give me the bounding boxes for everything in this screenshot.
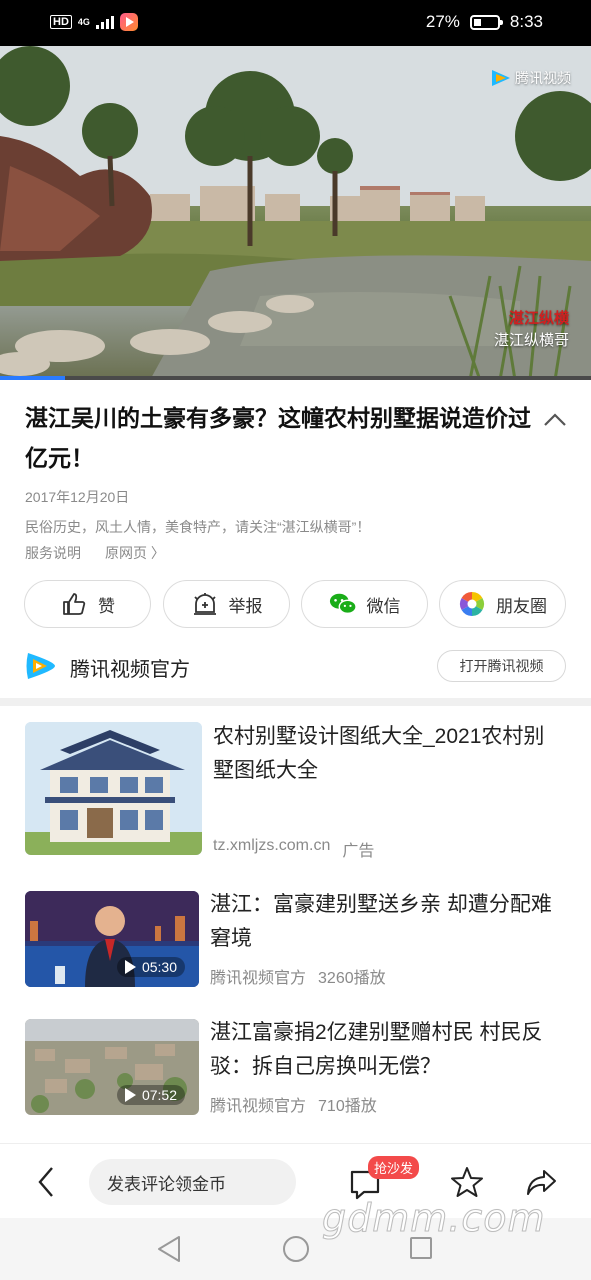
video-source: 腾讯视频官方	[210, 1098, 307, 1115]
moments-icon	[458, 590, 486, 618]
video-duration: 05:30	[141, 959, 177, 975]
share-icon	[527, 1170, 556, 1195]
status-left: HD 4G	[50, 13, 138, 31]
video-thumbnail: 05:30	[25, 891, 199, 987]
hd-indicator: HD	[50, 15, 72, 29]
battery-icon	[469, 14, 503, 30]
chevron-left-icon	[38, 1167, 53, 1197]
status-bar: HD 4G 27% 8:33	[0, 0, 591, 46]
feed-title: 湛江富豪捐2亿建别墅赠村民 村民反驳：拆自己房换叫无偿？	[210, 1021, 543, 1078]
video-source: 腾讯视频官方	[210, 970, 307, 987]
watermark-line2: 湛江纵横哥	[493, 332, 569, 349]
channel-name[interactable]: 腾讯视频官方	[70, 653, 190, 682]
moments-share-button[interactable]: 朋友圈	[439, 580, 566, 628]
signal-icon	[95, 15, 114, 29]
article-links: 服务说明 原网页 〉	[25, 543, 165, 563]
clock: 8:33	[509, 12, 543, 31]
status-right: 27% 8:33	[426, 12, 543, 32]
service-info-link[interactable]: 服务说明	[25, 543, 81, 563]
list-item[interactable]: 农村别墅设计图纸大全_2021农村别墅图纸大全 tz.xmljzs.com.cn…	[0, 718, 591, 863]
play-icon	[124, 960, 136, 974]
wechat-icon	[329, 590, 357, 618]
video-thumbnail: 07:52	[25, 1019, 199, 1115]
section-divider	[0, 698, 591, 706]
nav-recent-button[interactable]	[410, 1237, 432, 1259]
thumbs-up-icon	[60, 590, 88, 618]
nav-back-button[interactable]	[155, 1234, 183, 1264]
wechat-label: 微信	[366, 596, 401, 616]
original-page-link[interactable]: 原网页 〉	[105, 543, 165, 563]
site-watermark: gdmm.com	[322, 1196, 546, 1241]
duration-badge: 07:52	[116, 1085, 185, 1105]
wechat-share-button[interactable]: 微信	[301, 580, 428, 628]
network-type: 4G	[77, 16, 90, 27]
report-label: 举报	[228, 596, 263, 616]
sofa-badge: 抢沙发	[368, 1156, 420, 1179]
app-notification-icon	[119, 13, 138, 31]
play-icon	[124, 1088, 136, 1102]
watermark-line1: 湛江纵横	[508, 310, 569, 327]
video-player[interactable]: 腾讯视频 湛江纵横 湛江纵横哥	[0, 46, 591, 380]
like-button[interactable]: 赞	[24, 580, 151, 628]
video-plays: 3260播放	[318, 970, 386, 987]
back-button[interactable]	[30, 1162, 62, 1202]
nav-home-button[interactable]	[283, 1236, 309, 1262]
favorite-button[interactable]	[449, 1164, 485, 1200]
star-icon	[451, 1167, 483, 1197]
feed-meta: tz.xmljzs.com.cn 广告	[213, 837, 374, 861]
ad-source: tz.xmljzs.com.cn	[213, 837, 331, 854]
channel-watermark: 湛江纵横 湛江纵横哥	[494, 308, 569, 352]
feed-title: 湛江：富豪建别墅送乡亲 却遭分配难窘境	[210, 893, 552, 950]
report-icon	[191, 590, 219, 618]
video-plays: 710播放	[318, 1098, 377, 1115]
article-description: 民俗历史，风土人情，美食特产，请关注“湛江纵横哥”！	[25, 519, 371, 535]
ad-thumbnail	[25, 722, 202, 855]
video-progress-bar[interactable]	[0, 376, 591, 380]
video-duration: 07:52	[141, 1087, 177, 1103]
tencent-video-icon	[491, 69, 511, 87]
list-item[interactable]: 05:30 湛江：富豪建别墅送乡亲 却遭分配难窘境 腾讯视频官方 3260播放	[0, 888, 591, 993]
article-date: 2017年12月20日	[25, 489, 130, 505]
ad-tag: 广告	[342, 843, 375, 860]
tencent-video-logo: 腾讯视频	[491, 68, 571, 88]
list-item[interactable]: 07:52 湛江富豪捐2亿建别墅赠村民 村民反驳：拆自己房换叫无偿？ 腾讯视频官…	[0, 1016, 591, 1121]
article-title: 湛江吴川的土豪有多豪？这幢农村别墅据说造价过亿元！	[25, 405, 531, 471]
comment-input[interactable]: 发表评论领金币	[89, 1159, 296, 1205]
chevron-up-icon[interactable]	[541, 406, 569, 434]
share-button[interactable]	[523, 1164, 559, 1200]
triangle-back-icon	[158, 1236, 180, 1262]
feed-title: 农村别墅设计图纸大全_2021农村别墅图纸大全	[213, 725, 545, 782]
action-row: 赞 举报 微信 朋友圈	[24, 580, 567, 630]
video-progress-fill	[0, 376, 65, 380]
video-logo-text: 腾讯视频	[515, 70, 571, 86]
moments-label: 朋友圈	[496, 596, 547, 616]
channel-logo-icon[interactable]	[25, 650, 57, 682]
like-label: 赞	[98, 596, 115, 616]
feed-meta: 腾讯视频官方 710播放	[210, 1092, 377, 1116]
duration-badge: 05:30	[116, 957, 185, 977]
report-button[interactable]: 举报	[163, 580, 290, 628]
feed-meta: 腾讯视频官方 3260播放	[210, 964, 386, 988]
battery-percent: 27%	[425, 12, 460, 31]
open-tencent-video-button[interactable]: 打开腾讯视频	[437, 650, 566, 682]
